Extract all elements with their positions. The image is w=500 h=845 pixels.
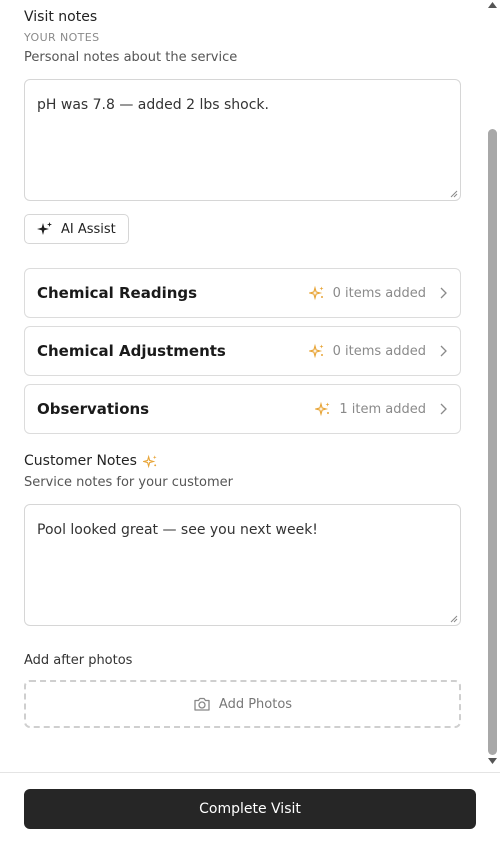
section-title: Observations bbox=[37, 400, 150, 418]
service-sections: Chemical Readings 0 items added Chemical… bbox=[24, 268, 461, 434]
scroll-container[interactable]: Visit notes YOUR NOTES Personal notes ab… bbox=[0, 0, 500, 772]
sparkles-icon bbox=[308, 343, 324, 359]
section-observations[interactable]: Observations 1 item added bbox=[24, 384, 461, 434]
resize-grip-icon[interactable] bbox=[450, 615, 458, 623]
chevron-right-icon bbox=[440, 345, 447, 357]
chevron-right-icon bbox=[440, 287, 447, 299]
vertical-scrollbar[interactable] bbox=[485, 0, 500, 772]
after-photos-title: Add after photos bbox=[24, 653, 133, 668]
sparkles-icon bbox=[142, 454, 157, 468]
chevron-right-icon bbox=[440, 403, 447, 415]
section-count: 1 item added bbox=[339, 401, 426, 417]
section-meta: 0 items added bbox=[308, 285, 448, 301]
customer-notes-title: Customer Notes bbox=[24, 453, 137, 469]
add-photos-label: Add Photos bbox=[218, 696, 293, 712]
resize-grip-icon[interactable] bbox=[450, 190, 458, 198]
visit-notes-textarea[interactable]: pH was 7.8 — added 2 lbs shock. bbox=[24, 79, 461, 201]
customer-notes-textarea[interactable]: Pool looked great — see you next week! bbox=[24, 504, 461, 626]
section-title: Chemical Readings bbox=[37, 284, 198, 302]
section-count: 0 items added bbox=[332, 343, 426, 359]
ai-assist-button[interactable]: AI Assist bbox=[24, 214, 129, 244]
visit-notes-value: pH was 7.8 — added 2 lbs shock. bbox=[37, 97, 269, 113]
scrollbar-thumb[interactable] bbox=[488, 129, 497, 755]
scroll-up-arrow-icon[interactable] bbox=[488, 2, 497, 8]
section-chemical-adjustments[interactable]: Chemical Adjustments 0 items added bbox=[24, 326, 461, 376]
complete-visit-button[interactable]: Complete Visit bbox=[24, 789, 476, 829]
sparkles-icon bbox=[308, 285, 324, 301]
section-count: 0 items added bbox=[332, 285, 426, 301]
sparkles-icon bbox=[37, 222, 52, 235]
section-chemical-readings[interactable]: Chemical Readings 0 items added bbox=[24, 268, 461, 318]
camera-icon bbox=[194, 697, 210, 711]
footer-bar: Complete Visit bbox=[0, 772, 500, 845]
customer-notes-description: Service notes for your customer bbox=[24, 475, 233, 490]
scroll-down-arrow-icon[interactable] bbox=[488, 758, 497, 764]
add-photos-button[interactable]: Add Photos bbox=[24, 680, 461, 728]
section-title: Chemical Adjustments bbox=[37, 342, 226, 360]
section-meta: 1 item added bbox=[315, 401, 448, 417]
customer-notes-title-row: Customer Notes bbox=[24, 452, 461, 470]
visit-form: Visit notes YOUR NOTES Personal notes ab… bbox=[0, 8, 485, 728]
section-meta: 0 items added bbox=[308, 343, 448, 359]
visit-notes-title: Visit notes bbox=[24, 9, 98, 25]
visit-notes-description: Personal notes about the service bbox=[24, 50, 238, 65]
your-notes-label: YOUR NOTES bbox=[24, 31, 100, 44]
customer-notes-value: Pool looked great — see you next week! bbox=[37, 522, 318, 538]
ai-assist-label: AI Assist bbox=[61, 221, 116, 237]
sparkles-icon bbox=[315, 401, 330, 417]
